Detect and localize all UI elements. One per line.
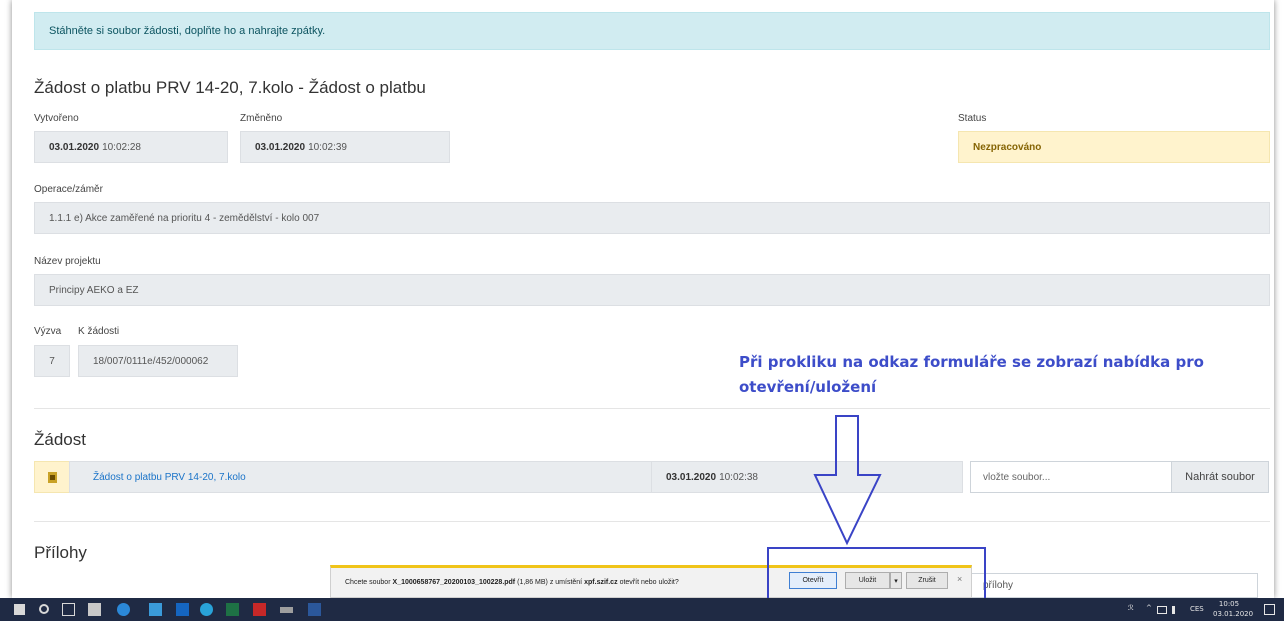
- file-link-cell: Žádost o platbu PRV 14-20, 7.kolo: [69, 461, 652, 493]
- section-heading-application: Žádost: [34, 430, 86, 449]
- network-icon[interactable]: [1157, 606, 1167, 614]
- download-filename: X_1000658767_20200103_100228.pdf: [392, 579, 516, 586]
- download-host: xpf.szif.cz: [584, 579, 618, 586]
- download-suffix: otevřít nebo uložit?: [619, 579, 679, 586]
- info-alert: Stáhněte si soubor žádosti, doplňte ho a…: [34, 12, 1270, 50]
- application-ref-label: K žádosti: [78, 326, 120, 337]
- page-title: Žádost o platbu PRV 14-20, 7.kolo - Žádo…: [34, 78, 426, 97]
- changed-date: 03.01.2020: [255, 141, 306, 153]
- file-upload-input[interactable]: vložte soubor...: [970, 461, 1172, 493]
- created-label: Vytvořeno: [34, 113, 79, 124]
- windows-start-icon[interactable]: [14, 604, 25, 615]
- application-file-link[interactable]: Žádost o platbu PRV 14-20, 7.kolo: [93, 472, 246, 483]
- created-field: 03.01.2020 10:02:28: [34, 131, 228, 163]
- person-icon[interactable]: ℛ: [1128, 604, 1134, 612]
- outlook-icon[interactable]: [176, 603, 189, 616]
- chevron-up-icon[interactable]: ^: [1146, 604, 1152, 612]
- created-date: 03.01.2020: [49, 141, 100, 153]
- changed-time: 10:02:39: [308, 141, 347, 153]
- down-arrow-annotation: [813, 415, 882, 546]
- volume-icon[interactable]: [1172, 606, 1181, 614]
- edge-browser-icon[interactable]: [117, 603, 130, 616]
- annotation-text: Při prokliku na odkaz formuláře se zobra…: [739, 353, 1204, 396]
- calculator-icon[interactable]: [88, 603, 101, 616]
- operation-field: 1.1.1 e) Akce zaměřené na prioritu 4 - z…: [34, 202, 1270, 234]
- word-icon[interactable]: [308, 603, 321, 616]
- acrobat-icon[interactable]: [253, 603, 266, 616]
- notifications-icon[interactable]: [1264, 604, 1275, 615]
- created-time: 10:02:28: [102, 141, 141, 153]
- status-badge: Nezpracováno: [958, 131, 1270, 163]
- upload-file-button[interactable]: Nahrát soubor: [1171, 461, 1269, 493]
- changed-field: 03.01.2020 10:02:39: [240, 131, 450, 163]
- divider: [34, 408, 1270, 409]
- excel-icon[interactable]: [226, 603, 239, 616]
- attachment-input-text: přílohy: [983, 580, 1014, 591]
- status-label: Status: [958, 113, 987, 124]
- file-time: 10:02:38: [719, 471, 758, 483]
- application-ref-field: 18/007/0111e/452/000062: [78, 345, 238, 377]
- clock[interactable]: 10:05 03.01.2020: [1213, 599, 1254, 619]
- project-label: Název projektu: [34, 256, 101, 267]
- file-date-field: 03.01.2020 10:02:38: [651, 461, 963, 493]
- clock-time: 10:05: [1218, 600, 1240, 608]
- changed-label: Změněno: [240, 113, 283, 124]
- language-indicator[interactable]: CES: [1190, 605, 1204, 613]
- file-explorer-icon[interactable]: [149, 603, 162, 616]
- search-icon[interactable]: [39, 604, 49, 614]
- download-prefix: Chcete soubor: [345, 579, 391, 586]
- section-heading-attachments: Přílohy: [34, 543, 87, 562]
- operation-label: Operace/záměr: [34, 184, 103, 195]
- divider: [34, 521, 1270, 522]
- task-view-icon[interactable]: [62, 603, 75, 616]
- project-field: Principy AEKO a EZ: [34, 274, 1270, 306]
- file-date: 03.01.2020: [666, 471, 717, 483]
- download-size: (1,86 MB): [517, 579, 548, 586]
- pen-tool-icon[interactable]: [280, 607, 293, 613]
- clock-date: 03.01.2020: [1213, 610, 1254, 618]
- taskbar: [0, 598, 1284, 621]
- attachment-upload-input[interactable]: přílohy: [966, 573, 1258, 598]
- pdf-cell: [34, 461, 70, 493]
- browser-page: Stáhněte si soubor žádosti, doplňte ho a…: [12, 0, 1274, 598]
- call-label: Výzva: [34, 326, 62, 337]
- download-mid: z umístění: [549, 579, 583, 586]
- skype-icon[interactable]: [200, 603, 213, 616]
- pdf-file-icon: [47, 471, 57, 483]
- call-field: 7: [34, 345, 70, 377]
